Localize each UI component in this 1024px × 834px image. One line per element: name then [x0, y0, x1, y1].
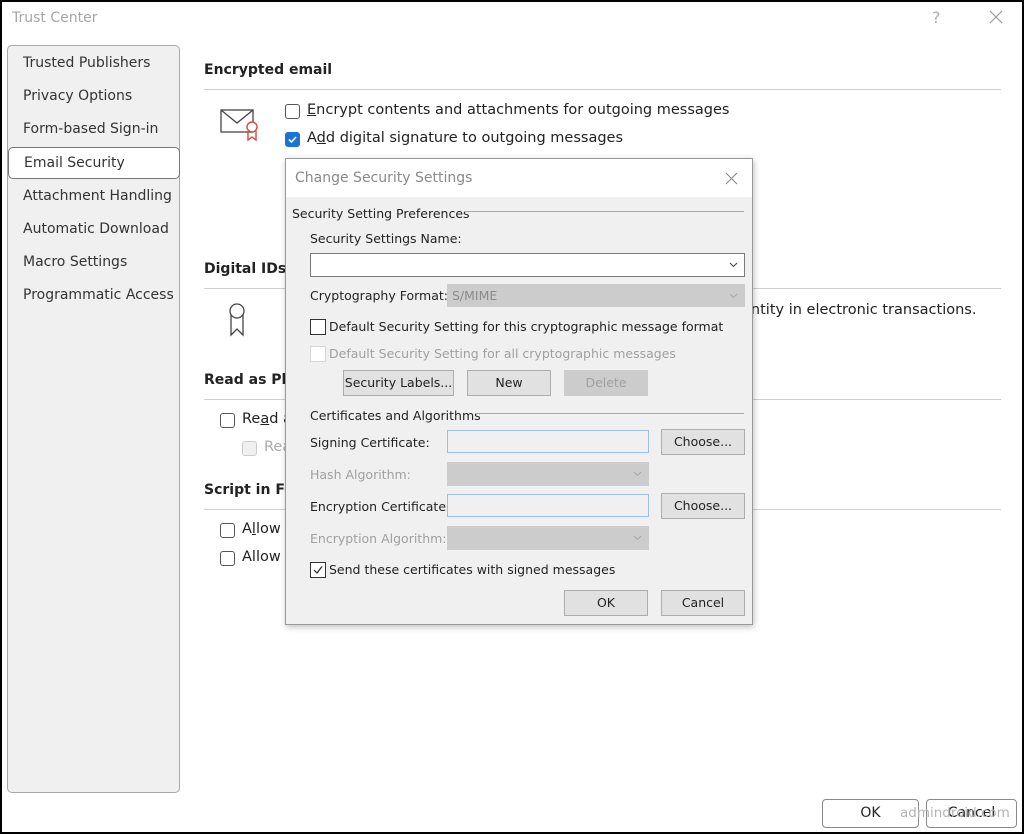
group-divider	[464, 211, 744, 212]
divider	[204, 89, 1001, 90]
close-icon[interactable]	[724, 171, 739, 186]
encrypted-email-heading: Encrypted email	[204, 62, 333, 78]
signing-cert-field[interactable]	[447, 430, 649, 453]
settings-name-combo[interactable]	[310, 253, 745, 277]
digital-ids-description: entity in electronic transactions.	[742, 302, 977, 318]
secure-mail-icon	[220, 109, 258, 142]
encryption-cert-field[interactable]	[447, 494, 649, 517]
checkmark-icon	[288, 136, 297, 144]
choose-signing-cert-button[interactable]: Choose...	[661, 429, 745, 455]
dialog-cancel-button[interactable]: Cancel	[661, 590, 745, 616]
chevron-down-icon	[633, 471, 642, 477]
delete-button[interactable]: Delete	[564, 370, 648, 396]
encryption-algorithm-label: Encryption Algorithm:	[310, 531, 447, 546]
digital-ids-heading: Digital IDs (	[204, 261, 298, 277]
send-certs-checkbox[interactable]	[310, 562, 326, 578]
default-this-format-label[interactable]: Default Security Setting for this crypto…	[329, 319, 723, 334]
sidebar-item-programmatic-access[interactable]: Programmatic Access	[8, 280, 179, 312]
ok-button[interactable]: OK	[822, 799, 919, 828]
trust-center-window: Trust Center ? Trusted Publishers Privac…	[2, 2, 1022, 832]
default-all-checkbox[interactable]	[310, 346, 326, 362]
sidebar-item-label: Privacy Options	[23, 88, 133, 104]
encrypt-contents-label[interactable]: Encrypt contents and attachments for out…	[307, 102, 729, 118]
security-labels-button[interactable]: Security Labels...	[343, 370, 454, 396]
hash-algorithm-label: Hash Algorithm:	[310, 467, 411, 482]
crypto-format-label: Cryptography Format:	[310, 288, 448, 303]
chevron-down-icon	[729, 262, 738, 268]
read-signed-plain-checkbox[interactable]	[242, 441, 257, 456]
sidebar-item-macro-settings[interactable]: Macro Settings	[8, 247, 179, 279]
hash-algorithm-select[interactable]	[447, 462, 649, 486]
sidebar-item-email-security[interactable]: Email Security	[8, 147, 180, 179]
read-all-plain-checkbox[interactable]	[220, 413, 235, 428]
send-certs-label[interactable]: Send these certificates with signed mess…	[329, 562, 615, 577]
allow-script-public-checkbox[interactable]	[220, 551, 235, 566]
sidebar-item-label: Automatic Download	[23, 221, 169, 237]
sidebar-item-label: Programmatic Access	[23, 287, 174, 303]
encrypt-contents-checkbox[interactable]	[285, 104, 300, 119]
close-icon[interactable]	[987, 8, 1005, 26]
add-signature-label[interactable]: Add digital signature to outgoing messag…	[307, 130, 623, 146]
cancel-button[interactable]: Cancel	[926, 799, 1017, 828]
checkmark-icon	[313, 566, 323, 574]
prefs-group-label: Security Setting Preferences	[292, 206, 470, 221]
dialog-ok-button[interactable]: OK	[564, 590, 648, 616]
encryption-algorithm-select[interactable]	[447, 526, 649, 550]
help-button[interactable]: ?	[932, 8, 941, 27]
change-security-settings-dialog: Change Security Settings Security Settin…	[285, 158, 753, 625]
settings-name-label: Security Settings Name:	[310, 231, 462, 246]
certs-group-label: Certificates and Algorithms	[310, 408, 481, 423]
new-button[interactable]: New	[467, 370, 551, 396]
sidebar-item-label: Attachment Handling	[23, 188, 172, 204]
sidebar-item-form-based-sign-in[interactable]: Form-based Sign-in	[8, 114, 179, 146]
window-title: Trust Center	[12, 10, 98, 26]
sidebar-item-label: Form-based Sign-in	[23, 121, 159, 137]
default-this-format-checkbox[interactable]	[310, 319, 326, 335]
title-bar: Trust Center ?	[2, 2, 1022, 38]
signing-cert-label: Signing Certificate:	[310, 435, 430, 450]
sidebar-item-label: Trusted Publishers	[23, 55, 151, 71]
group-divider	[476, 413, 744, 414]
dialog-title: Change Security Settings	[295, 170, 473, 186]
sidebar: Trusted Publishers Privacy Options Form-…	[7, 45, 180, 793]
sidebar-item-privacy-options[interactable]: Privacy Options	[8, 81, 179, 113]
sidebar-item-label: Email Security	[24, 155, 125, 171]
sidebar-item-automatic-download[interactable]: Automatic Download	[8, 214, 179, 246]
default-all-label: Default Security Setting for all cryptog…	[329, 346, 676, 361]
chevron-down-icon	[633, 535, 642, 541]
sidebar-item-label: Macro Settings	[23, 254, 128, 270]
sidebar-item-attachment-handling[interactable]: Attachment Handling	[8, 181, 179, 213]
allow-script-shared-checkbox[interactable]	[220, 523, 235, 538]
encryption-cert-label: Encryption Certificate:	[310, 499, 451, 514]
chevron-down-icon	[729, 293, 738, 299]
sidebar-item-trusted-publishers[interactable]: Trusted Publishers	[8, 48, 179, 80]
certificate-ribbon-icon	[229, 303, 245, 337]
choose-encryption-cert-button[interactable]: Choose...	[661, 493, 745, 519]
crypto-format-select[interactable]: S/MIME	[447, 284, 745, 307]
dialog-title-bar: Change Security Settings	[286, 159, 752, 197]
add-signature-checkbox[interactable]	[285, 132, 300, 147]
